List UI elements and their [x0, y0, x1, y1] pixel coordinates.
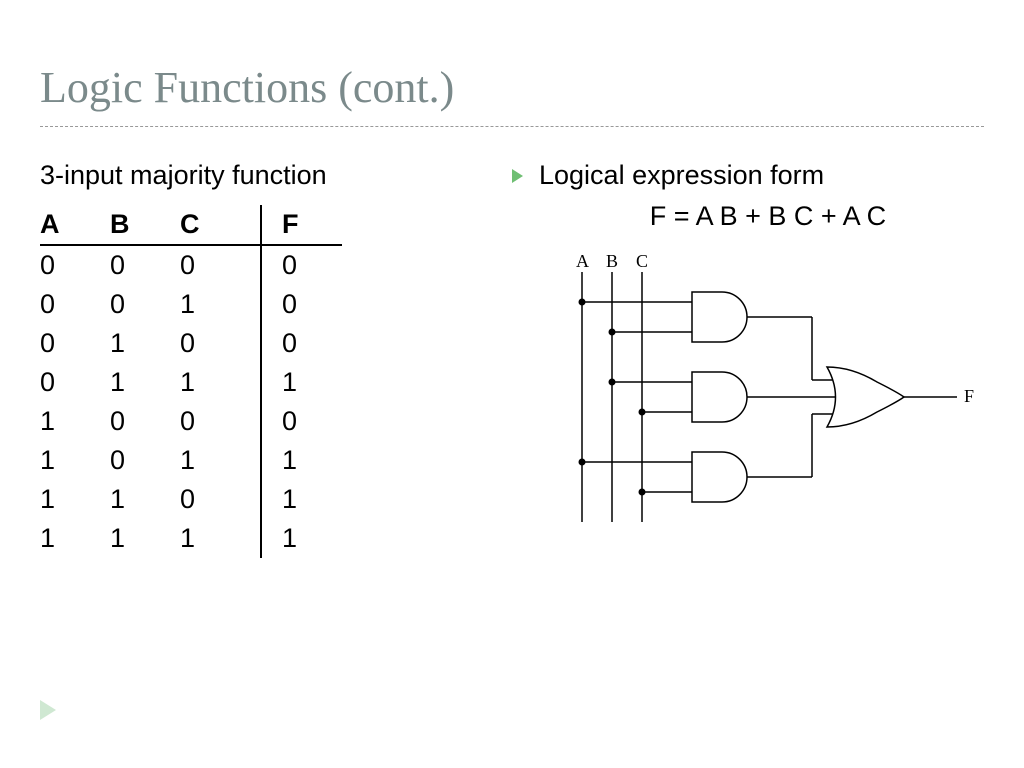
- title-underline: [40, 126, 984, 127]
- logic-expression: F = A B + B C + A C: [552, 201, 984, 232]
- input-label-c: C: [636, 252, 648, 271]
- truth-table: A B C F 0000 0010 0100 0111 1000 1011 11…: [40, 205, 342, 558]
- left-column: 3-input majority function A B C F 0000 0…: [40, 160, 512, 558]
- table-header-row: A B C F: [40, 205, 342, 245]
- bullet-triangle-icon: [512, 169, 523, 183]
- table-row: 1101: [40, 480, 342, 519]
- bullet-text: Logical expression form: [539, 160, 824, 191]
- circuit-svg: A B C: [552, 252, 992, 542]
- col-header-b: B: [110, 205, 180, 245]
- truth-table-heading: 3-input majority function: [40, 160, 512, 191]
- slide: Logic Functions (cont.) 3-input majority…: [0, 0, 1024, 768]
- col-header-f: F: [261, 205, 342, 245]
- col-header-a: A: [40, 205, 110, 245]
- right-column: Logical expression form F = A B + B C + …: [512, 160, 984, 558]
- and-gate-3: [579, 452, 813, 502]
- output-label-f: F: [964, 386, 974, 406]
- circuit-diagram: A B C: [552, 252, 984, 547]
- table-row: 0111: [40, 363, 342, 402]
- and-gate-1: [579, 292, 813, 342]
- input-label-b: B: [606, 252, 618, 271]
- table-row: 1011: [40, 441, 342, 480]
- bullet-item: Logical expression form: [512, 160, 984, 191]
- slide-title: Logic Functions (cont.): [40, 62, 454, 113]
- input-label-a: A: [576, 252, 589, 271]
- content-area: 3-input majority function A B C F 0000 0…: [40, 160, 984, 558]
- table-row: 0000: [40, 245, 342, 285]
- table-row: 0010: [40, 285, 342, 324]
- table-row: 1111: [40, 519, 342, 558]
- col-header-c: C: [180, 205, 261, 245]
- table-row: 1000: [40, 402, 342, 441]
- or-gate: [827, 367, 957, 427]
- footer-triangle-icon: [40, 700, 56, 720]
- and-gate-2: [609, 372, 823, 422]
- table-row: 0100: [40, 324, 342, 363]
- truth-table-body: 0000 0010 0100 0111 1000 1011 1101 1111: [40, 245, 342, 558]
